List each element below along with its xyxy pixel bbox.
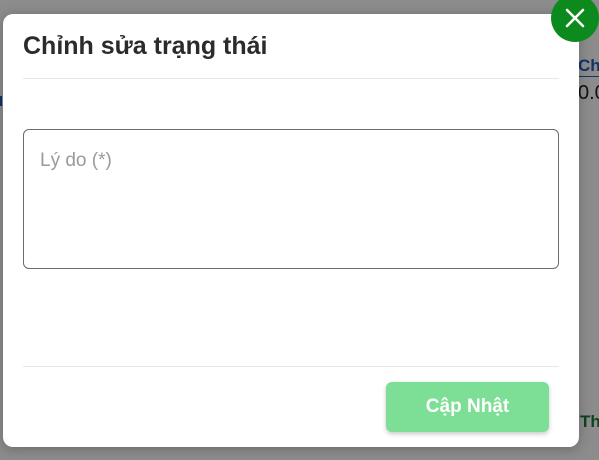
- reason-input[interactable]: [23, 129, 559, 269]
- header-divider: [23, 78, 559, 79]
- dialog-title: Chỉnh sửa trạng thái: [23, 32, 268, 60]
- edit-status-dialog: Chỉnh sửa trạng thái Cập Nhật: [3, 14, 579, 447]
- footer-divider: [23, 366, 559, 367]
- close-icon: [565, 8, 585, 28]
- update-button[interactable]: Cập Nhật: [386, 382, 549, 432]
